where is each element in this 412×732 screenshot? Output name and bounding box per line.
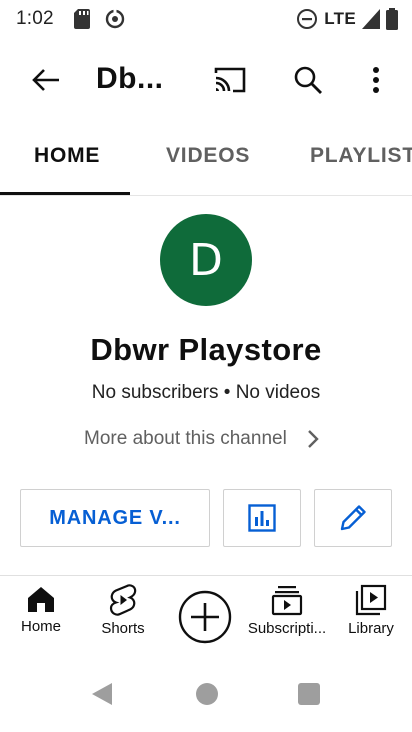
nav-shorts-label: Shorts — [101, 620, 145, 637]
system-home-button[interactable] — [196, 683, 218, 705]
search-button[interactable] — [286, 60, 330, 100]
channel-stats: No subscribers • No videos — [91, 382, 321, 403]
more-about-channel-link[interactable]: More about this channel — [84, 428, 319, 450]
avatar-letter: D — [189, 234, 223, 286]
cast-icon — [214, 67, 246, 93]
nav-home[interactable]: Home — [0, 584, 82, 635]
channel-avatar: D — [160, 214, 252, 306]
manage-videos-label: MANAGE V... — [49, 506, 181, 529]
nav-library-label: Library — [348, 620, 394, 637]
system-navigation-bar — [0, 653, 412, 732]
chevron-right-icon — [307, 430, 319, 448]
subscriptions-icon — [271, 586, 303, 616]
sd-card-icon — [73, 9, 90, 29]
manage-videos-button[interactable]: MANAGE V... — [20, 489, 210, 547]
system-recents-button[interactable] — [298, 683, 320, 705]
more-vert-icon — [373, 67, 379, 93]
shorts-icon — [109, 584, 137, 616]
nav-shorts[interactable]: Shorts — [82, 584, 164, 637]
status-time: 1:02 — [16, 8, 54, 29]
signal-icon — [362, 9, 380, 29]
nav-subscriptions-label: Subscripti... — [247, 620, 327, 637]
back-button[interactable] — [24, 60, 68, 100]
battery-icon — [386, 8, 398, 30]
tab-playlists[interactable]: PLAYLISTS — [310, 144, 412, 168]
nav-home-label: Home — [20, 618, 61, 635]
status-system-icons: LTE — [296, 8, 398, 30]
status-bar: 1:02 LTE — [0, 0, 412, 38]
library-icon — [355, 584, 387, 616]
nav-subscriptions[interactable]: Subscripti... — [246, 584, 328, 637]
sync-icon — [105, 8, 124, 29]
analytics-button[interactable] — [223, 489, 301, 547]
tab-videos[interactable]: VIDEOS — [166, 144, 250, 168]
tab-home[interactable]: HOME — [34, 144, 100, 168]
bottom-navigation: Home Shorts Subscripti... Library — [0, 575, 412, 653]
channel-name: Dbwr Playstore — [90, 332, 322, 367]
cast-button[interactable] — [206, 60, 254, 100]
home-icon — [28, 587, 54, 612]
nav-library[interactable]: Library — [330, 584, 412, 637]
system-back-icon[interactable] — [90, 681, 114, 707]
app-bar: Db... — [0, 38, 412, 120]
active-tab-indicator — [0, 192, 130, 195]
analytics-icon — [248, 504, 276, 532]
more-options-button[interactable] — [358, 60, 394, 100]
edit-channel-button[interactable] — [314, 489, 392, 547]
channel-tabs: HOME VIDEOS PLAYLISTS — [0, 120, 412, 196]
more-about-label: More about this channel — [84, 428, 287, 449]
arrow-back-icon — [32, 69, 59, 91]
do-not-disturb-icon — [297, 9, 318, 29]
pencil-icon — [340, 505, 366, 531]
add-circle-icon — [178, 590, 232, 644]
nav-create[interactable] — [164, 590, 246, 644]
status-notification-icons — [73, 8, 126, 30]
network-type: LTE — [324, 9, 356, 28]
search-icon — [294, 66, 322, 94]
page-title: Db... — [96, 62, 164, 95]
